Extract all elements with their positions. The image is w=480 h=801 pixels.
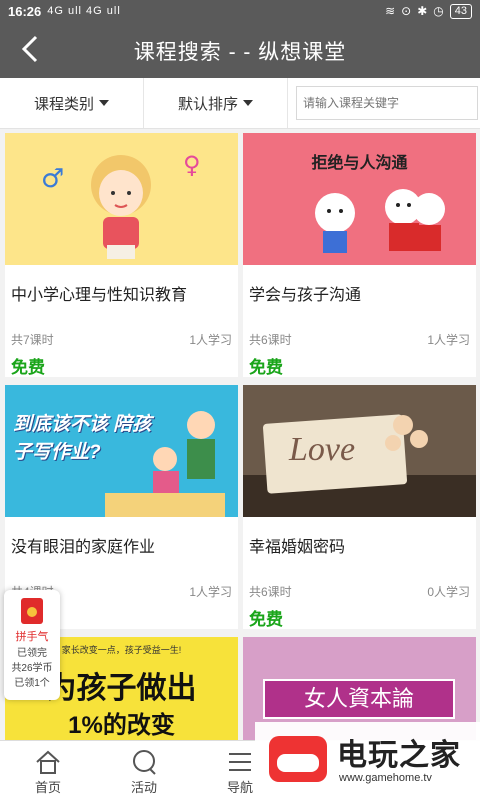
tab-activity-label: 活动 xyxy=(130,780,157,795)
thumbnail-text: Love xyxy=(289,431,356,468)
kids-illustration xyxy=(315,189,445,253)
course-lessons: 共6课时 xyxy=(249,333,292,347)
red-packet-badge[interactable]: 拼手气 已领完 共26学币 已领1个 xyxy=(4,590,60,700)
svg-text:♂: ♂ xyxy=(41,164,64,194)
lock-icon: ⊙ xyxy=(401,4,412,18)
home-icon xyxy=(36,750,60,774)
course-title: 没有眼泪的家庭作业 xyxy=(11,539,156,556)
category-filter-label: 课程类别 xyxy=(33,95,94,113)
watermark-brand: 电玩之家 xyxy=(337,739,461,772)
sort-filter[interactable]: 默认排序 xyxy=(144,78,288,128)
battery-indicator: 43 xyxy=(449,3,472,19)
alarm-icon: ◷ xyxy=(433,4,444,18)
category-filter[interactable]: 课程类别 xyxy=(0,78,144,128)
thumbnail-text-2: 1%的改变 xyxy=(68,712,175,739)
red-packet-icon xyxy=(21,598,43,624)
course-card[interactable]: ♂ ♀ 中小学心理与性知识教育 共7课时 1人学习 免费 xyxy=(5,133,238,377)
course-learners: 1人学习 xyxy=(189,585,232,599)
tab-home[interactable]: 首页 xyxy=(0,741,96,801)
watermark: 电玩之家 www.gamehome.tv xyxy=(255,722,480,800)
page-title: 课程搜索 - - 纵想课堂 xyxy=(133,41,347,64)
course-title: 幸福婚姻密码 xyxy=(249,539,346,556)
course-learners: 0人学习 xyxy=(427,585,470,599)
course-card[interactable]: 拒绝与人沟通 学会与孩子沟通 共6课时 1人学习 免费 xyxy=(243,133,476,377)
watermark-url: www.gamehome.tv xyxy=(339,772,432,784)
course-thumbnail: 拒绝与人沟通 xyxy=(243,133,476,265)
course-lessons: 共6课时 xyxy=(249,585,292,599)
love-sign-illustration xyxy=(243,414,476,517)
course-thumbnail: Love xyxy=(243,385,476,517)
course-thumbnail: ♂ ♀ xyxy=(5,133,238,265)
tab-home-label: 首页 xyxy=(34,780,61,795)
dropdown-arrow-icon xyxy=(243,100,253,106)
course-price: 免费 xyxy=(249,610,283,629)
course-grid: ♂ ♀ 中小学心理与性知识教育 共7课时 1人学习 免费 拒绝与人沟通 学会与孩… xyxy=(0,128,480,740)
filter-bar: 课程类别 默认排序 xyxy=(0,78,480,129)
girl-illustration: ♂ ♀ xyxy=(41,151,201,259)
status-bar: 16:26 4G ull 4G ull ≋ ⊙ ✱ ◷ 43 xyxy=(0,0,480,22)
sort-filter-label: 默认排序 xyxy=(177,95,238,113)
badge-title: 拼手气 xyxy=(15,631,49,643)
course-thumbnail: 到底该不该 陪孩子写作业? xyxy=(5,385,238,517)
wifi-icon: ≋ xyxy=(385,4,396,18)
bluetooth-icon: ✱ xyxy=(417,4,428,18)
gamehome-logo-icon xyxy=(269,736,327,782)
course-title: 学会与孩子沟通 xyxy=(249,287,362,304)
badge-status: 已领完 xyxy=(17,648,47,659)
activity-icon xyxy=(133,750,156,775)
badge-received: 已领1个 xyxy=(14,678,50,689)
thumbnail-text: 女人資本論 xyxy=(263,679,455,719)
family-illustration xyxy=(105,411,225,517)
course-price: 免费 xyxy=(249,358,283,377)
course-card[interactable]: Love 幸福婚姻密码 共6课时 0人学习 免费 xyxy=(243,385,476,629)
status-time: 16:26 xyxy=(8,3,42,19)
course-learners: 1人学习 xyxy=(189,333,232,347)
badge-total: 共26学币 xyxy=(11,663,53,674)
svg-text:♀: ♀ xyxy=(183,151,201,179)
menu-icon xyxy=(229,753,251,771)
signal-icon: 4G ull 4G ull xyxy=(47,5,121,17)
search-input[interactable] xyxy=(296,86,478,120)
course-price: 免费 xyxy=(11,358,45,377)
tab-activity[interactable]: 活动 xyxy=(96,741,192,801)
course-learners: 1人学习 xyxy=(427,333,470,347)
course-lessons: 共7课时 xyxy=(11,333,54,347)
course-title: 中小学心理与性知识教育 xyxy=(11,287,188,304)
app-header: 课程搜索 - - 纵想课堂 xyxy=(0,22,480,78)
dropdown-arrow-icon xyxy=(99,100,109,106)
